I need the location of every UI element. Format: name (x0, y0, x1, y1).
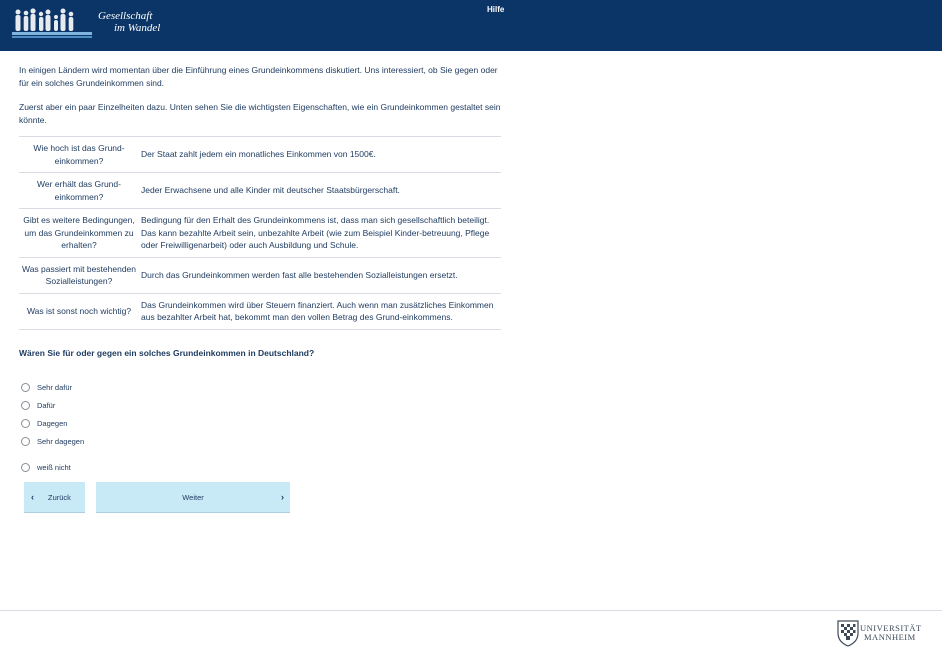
property-answer: Der Staat zahlt jedem ein monatliches Ei… (139, 136, 501, 173)
university-line-2: MANNHEIM (864, 632, 916, 642)
property-question: Was passiert mit bestehenden Sozialleist… (19, 256, 139, 293)
table-row: Was passiert mit bestehenden Sozialleist… (19, 256, 501, 293)
university-crest-icon (837, 620, 859, 647)
table-row: Wie hoch ist das Grund-einkommen? Der St… (19, 136, 501, 173)
logo-text: Gesellschaft im Wandel (98, 10, 160, 34)
university-name: UNIVERSITÄT MANNHEIM (860, 624, 922, 642)
answer-options: Sehr dafür Dafür Dagegen Sehr dagegen we… (19, 379, 501, 477)
survey-question: Wären Sie für oder gegen ein solches Gru… (19, 347, 315, 358)
intro-paragraph-2: Zuerst aber ein paar Einzelheiten dazu. … (19, 102, 501, 125)
option-label: Sehr dagegen (37, 437, 85, 446)
option-sehr-dagegen[interactable]: Sehr dagegen (19, 433, 501, 451)
radio-button[interactable] (21, 401, 30, 410)
radio-button[interactable] (21, 463, 30, 472)
back-button[interactable]: ‹ Zurück (24, 482, 85, 513)
properties-table: Wie hoch ist das Grund-einkommen? Der St… (19, 136, 501, 330)
option-weiss-nicht[interactable]: weiß nicht (19, 459, 501, 477)
logo-line-2: im Wandel (114, 22, 161, 34)
help-link[interactable]: Hilfe (487, 5, 504, 14)
property-question: Wie hoch ist das Grund-einkommen? (19, 136, 139, 173)
next-button[interactable]: Weiter › (96, 482, 290, 513)
option-label: Dagegen (37, 419, 68, 428)
option-dagegen[interactable]: Dagegen (19, 415, 501, 433)
logo-line-1: Gesellschaft (98, 10, 153, 22)
option-label: Sehr dafür (37, 383, 73, 392)
next-button-label: Weiter (182, 492, 204, 502)
radio-button[interactable] (21, 383, 30, 392)
back-button-label: Zurück (48, 492, 71, 502)
radio-button[interactable] (21, 437, 30, 446)
radio-button[interactable] (21, 419, 30, 428)
intro-paragraph-1: In einigen Ländern wird momentan über di… (19, 65, 498, 88)
property-answer: Durch das Grundeinkommen werden fast all… (139, 256, 501, 293)
property-answer: Jeder Erwachsene und alle Kinder mit deu… (139, 172, 501, 209)
gesellschaft-im-wandel-logo: Gesellschaft im Wandel (12, 6, 172, 44)
footer-divider (0, 610, 942, 611)
table-row: Wer erhält das Grund-einkommen? Jeder Er… (19, 172, 501, 209)
survey-content: In einigen Ländern wird momentan über di… (19, 64, 501, 477)
header-bar: Gesellschaft im Wandel Hilfe (0, 0, 942, 51)
property-answer: Bedingung für den Erhalt des Grundeinkom… (139, 208, 501, 257)
chevron-right-icon: › (281, 492, 284, 502)
people-silhouettes-icon (12, 8, 162, 38)
property-answer: Das Grundeinkommen wird über Steuern fin… (139, 292, 501, 330)
property-question: Gibt es weitere Bedingungen, um das Grun… (19, 208, 139, 257)
table-row: Was ist sonst noch wichtig? Das Grundein… (19, 292, 501, 330)
table-row: Gibt es weitere Bedingungen, um das Grun… (19, 208, 501, 257)
option-dafuer[interactable]: Dafür (19, 397, 501, 415)
option-sehr-dafuer[interactable]: Sehr dafür (19, 379, 501, 397)
option-label: Dafür (37, 401, 56, 410)
property-question: Wer erhält das Grund-einkommen? (19, 172, 139, 209)
property-question: Was ist sonst noch wichtig? (19, 292, 139, 330)
option-label: weiß nicht (37, 463, 71, 472)
chevron-left-icon: ‹ (31, 492, 34, 502)
